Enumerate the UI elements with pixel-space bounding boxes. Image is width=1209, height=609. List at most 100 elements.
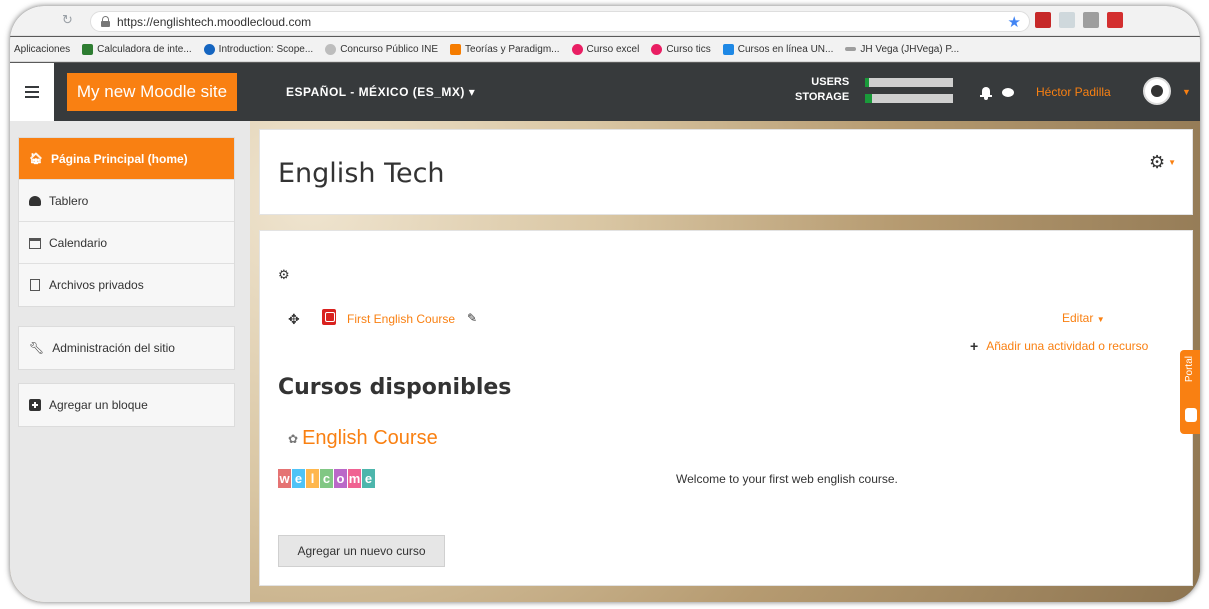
message-icon[interactable] <box>1002 88 1014 97</box>
file-icon <box>29 279 41 291</box>
chevron-down-icon: ▼ <box>1096 315 1105 324</box>
language-menu[interactable]: ESPAÑOL - MÉXICO (ES_MX) ▾ <box>286 85 475 99</box>
lock-icon <box>101 16 110 27</box>
home-icon: 🏠︎ <box>29 153 43 165</box>
course-link[interactable]: ✿ English Course <box>288 427 438 450</box>
sidebar-item-home[interactable]: 🏠︎ Página Principal (home) <box>19 138 234 180</box>
dots-icon <box>571 43 583 55</box>
reload-icon[interactable]: ↻ <box>62 13 76 27</box>
extension-icons <box>1035 12 1123 28</box>
bookmark-curso-excel[interactable]: Curso excel <box>571 43 639 55</box>
moodle-navbar: My new Moodle site ESPAÑOL - MÉXICO (ES_… <box>10 63 1200 121</box>
wrench-icon: 🔧︎ <box>29 341 45 355</box>
sidebar-item-label: Tablero <box>49 193 89 208</box>
edit-label: Editar <box>1062 311 1094 325</box>
users-label: USERS <box>811 76 850 88</box>
bookmark-star-icon[interactable]: ★ <box>1008 13 1021 31</box>
sidebar-item-label: Página Principal (home) <box>50 151 188 166</box>
calculator-icon <box>82 43 94 55</box>
sidebar: 🏠︎ Página Principal (home) Tablero Calen… <box>10 121 250 602</box>
dashboard-icon <box>29 195 41 207</box>
site-brand-button[interactable]: My new Moodle site <box>67 73 237 111</box>
bookmark-curso-tics[interactable]: Curso tics <box>651 43 711 55</box>
users-usage-bar <box>865 78 953 87</box>
chevron-down-icon[interactable]: ▼ <box>1182 87 1191 97</box>
url-text: https://englishtech.moodlecloud.com <box>117 15 312 29</box>
sidebar-item-calendar[interactable]: Calendario <box>19 222 234 264</box>
bookmark-teorias[interactable]: Teorías y Paradigm... <box>450 43 560 55</box>
course-image-letter: m <box>348 469 361 488</box>
bookmark-apps[interactable]: Aplicaciones <box>14 44 70 55</box>
browser-window: ↻ https://englishtech.moodlecloud.com ★ … <box>10 6 1200 602</box>
sidebar-item-add-block[interactable]: Agregar un bloque <box>19 384 234 426</box>
bookmark-calculadora[interactable]: Calculadora de inte... <box>82 43 192 55</box>
add-activity-label: Añadir una actividad o recurso <box>986 339 1149 353</box>
section-title: Cursos disponibles <box>278 375 512 400</box>
course-image-letter: w <box>278 469 291 488</box>
nav-drawer-blocks: Agregar un bloque <box>18 383 235 427</box>
gear-icon[interactable]: ⚙ <box>278 267 290 283</box>
pdf-extension-icon[interactable] <box>1107 12 1123 28</box>
course-icon: ✿ <box>288 431 299 446</box>
sidebar-item-site-admin[interactable]: 🔧︎ Administración del sitio <box>19 327 234 369</box>
course-name: English Course <box>302 427 438 449</box>
address-bar[interactable]: https://englishtech.moodlecloud.com ★ <box>90 11 1030 32</box>
usage-labels: USERS STORAGE <box>795 75 849 105</box>
bookmark-concurso[interactable]: Concurso Público INE <box>325 43 438 55</box>
bookmark-jh-vega[interactable]: JH Vega (JHVega) P... <box>845 44 959 55</box>
dots-icon <box>651 43 663 55</box>
portal-label: Portal <box>1184 356 1195 383</box>
calendar-icon <box>29 237 41 249</box>
course-image-letter: e <box>292 469 305 488</box>
sidebar-item-dashboard[interactable]: Tablero <box>19 180 234 222</box>
storage-usage-bar <box>865 94 953 103</box>
course-image-letter: l <box>306 469 319 488</box>
course-summary: Welcome to your first web english course… <box>676 472 898 486</box>
pdf-icon <box>322 309 336 325</box>
pencil-icon[interactable]: ✎ <box>467 311 477 325</box>
move-icon[interactable]: ✥ <box>288 311 300 328</box>
sidebar-item-label: Agregar un bloque <box>49 398 148 412</box>
bookmark-cursos-en-linea[interactable]: Cursos en línea UN... <box>722 43 833 55</box>
avatar[interactable] <box>1143 77 1171 105</box>
extension-blank-icon[interactable] <box>1059 12 1075 28</box>
browser-toolbar: ↻ https://englishtech.moodlecloud.com ★ <box>10 6 1200 36</box>
edit-menu[interactable]: Editar ▼ <box>1062 311 1105 325</box>
storage-label: STORAGE <box>795 91 850 103</box>
sidebar-item-label: Archivos privados <box>49 278 144 292</box>
users-usage-fill <box>865 78 870 87</box>
sidebar-item-label: Calendario <box>49 235 108 250</box>
portal-tab[interactable]: Portal <box>1180 350 1200 434</box>
globe-icon <box>203 43 215 55</box>
settings-menu[interactable]: ⚙ ▼ <box>1149 152 1176 173</box>
page-header: English Tech ⚙ ▼ <box>259 129 1193 215</box>
chevron-down-icon: ▼ <box>1168 158 1176 167</box>
moodle-icon <box>1185 408 1197 422</box>
course-image-letter: o <box>334 469 347 488</box>
bell-icon[interactable] <box>980 87 992 100</box>
sidebar-item-label: Administración del sitio <box>52 341 175 355</box>
blogger-icon <box>450 43 462 55</box>
bookmark-introduction[interactable]: Introduction: Scope... <box>203 43 313 55</box>
bookmarks-bar: Aplicaciones Calculadora de inte... Intr… <box>10 37 1200 62</box>
page-title: English Tech <box>278 158 445 189</box>
globe-icon <box>325 43 337 55</box>
download-icon[interactable] <box>1083 12 1099 28</box>
gear-icon: ⚙ <box>1148 152 1166 172</box>
grid-icon <box>722 43 734 55</box>
nav-drawer-main: 🏠︎ Página Principal (home) Tablero Calen… <box>18 137 235 307</box>
extension-offers-icon[interactable] <box>1035 12 1051 28</box>
sidebar-item-private-files[interactable]: Archivos privados <box>19 264 234 306</box>
plus-icon: + <box>970 338 979 354</box>
add-activity-link[interactable]: + Añadir una actividad o recurso <box>970 338 1148 354</box>
nav-drawer-admin: 🔧︎ Administración del sitio <box>18 326 235 370</box>
main-content: ⚙ ✥ First English Course ✎ Editar ▼ + Añ… <box>259 230 1193 586</box>
plus-square-icon <box>29 399 41 411</box>
user-name-link[interactable]: Héctor Padilla <box>1036 85 1111 99</box>
course-image-letter: c <box>320 469 333 488</box>
course-image-letter: e <box>362 469 375 488</box>
resource-link[interactable]: First English Course <box>347 312 455 326</box>
hamburger-menu-icon[interactable] <box>10 63 54 121</box>
dash-icon <box>845 47 857 51</box>
add-course-button[interactable]: Agregar un nuevo curso <box>278 535 445 567</box>
